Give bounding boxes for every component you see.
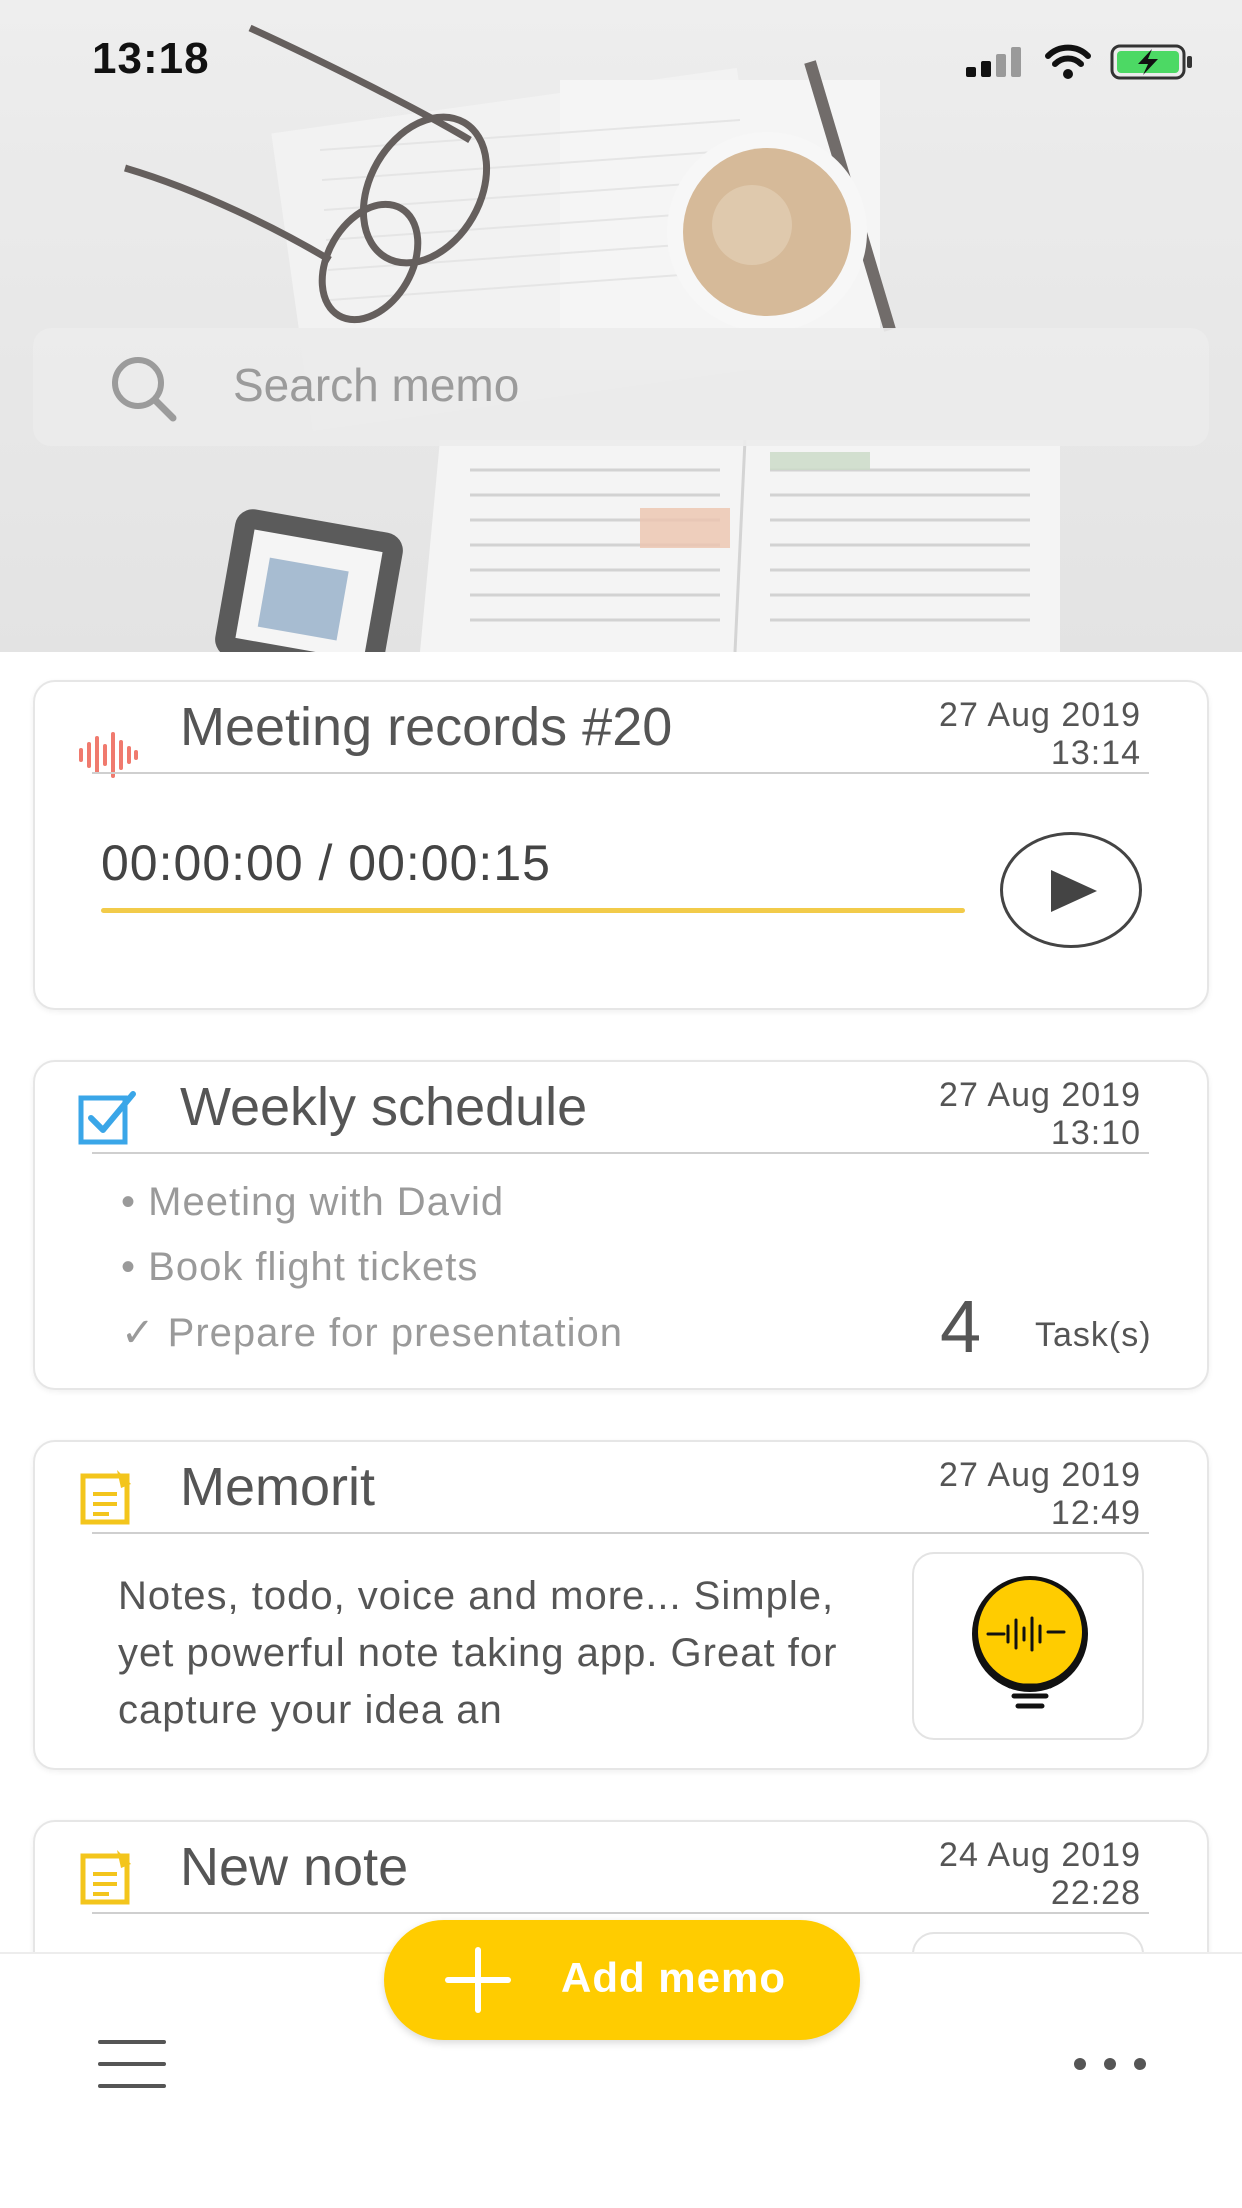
- memo-thumbnail[interactable]: [912, 1932, 1144, 1952]
- task-count: 4: [940, 1285, 982, 1368]
- audio-playback-time: 00:00:00 / 00:00:15: [101, 835, 551, 891]
- memo-card-note[interactable]: Memorit 27 Aug 2019 12:49 Notes, todo, v…: [33, 1440, 1209, 1770]
- task-label: Book flight tickets: [148, 1245, 479, 1289]
- memo-thumbnail[interactable]: [912, 1552, 1144, 1740]
- task-label: Meeting with David: [148, 1180, 505, 1224]
- search-input[interactable]: Search memo: [33, 328, 1209, 446]
- memo-divider: [92, 1532, 1149, 1534]
- task-item: • Book flight tickets: [121, 1245, 478, 1290]
- search-icon: [112, 357, 177, 422]
- audio-progress-bar[interactable]: [101, 908, 965, 913]
- note-icon: [80, 1470, 131, 1525]
- plus-icon: [445, 1947, 511, 2013]
- task-item: • Meeting with David: [121, 1180, 504, 1225]
- memo-time: 12:49: [1050, 1494, 1141, 1532]
- lightbulb-logo-icon: [972, 1576, 1088, 1709]
- memo-list[interactable]: Meeting records #20 27 Aug 2019 13:14 00…: [0, 652, 1242, 1952]
- play-icon: [1051, 870, 1097, 912]
- checkbox-icon: [78, 1091, 136, 1145]
- status-bar: 13:18: [0, 0, 1242, 120]
- memo-timestamp: 27 Aug 2019 13:14: [939, 696, 1141, 772]
- task-bullet: •: [121, 1180, 137, 1224]
- task-label: Prepare for presentation: [167, 1311, 624, 1355]
- wifi-icon: [1045, 44, 1091, 79]
- hamburger-menu-icon: [98, 2040, 166, 2088]
- menu-button[interactable]: [96, 2036, 168, 2092]
- cellular-signal-icon: [966, 47, 1021, 77]
- memo-date: 27 Aug 2019: [939, 1456, 1141, 1494]
- status-time: 13:18: [92, 34, 210, 83]
- memo-title: Meeting records #20: [180, 697, 673, 757]
- memo-preview-text: Notes, todo, voice and more... Simple, y…: [118, 1574, 838, 1732]
- battery-charging-icon: [1110, 44, 1192, 80]
- memo-card-todo[interactable]: Weekly schedule 27 Aug 2019 13:10 • Meet…: [33, 1060, 1209, 1390]
- memo-title: Weekly schedule: [180, 1077, 588, 1137]
- memo-timestamp: 27 Aug 2019 13:10: [939, 1076, 1141, 1152]
- checkmark-icon: ✓: [121, 1311, 156, 1355]
- memo-title: New note: [180, 1837, 409, 1897]
- search-placeholder: Search memo: [233, 359, 520, 411]
- memo-time: 13:14: [1050, 734, 1141, 772]
- memo-timestamp: 27 Aug 2019 12:49: [939, 1456, 1141, 1532]
- task-item-done: ✓ Prepare for presentation: [121, 1310, 623, 1356]
- memo-divider: [92, 1912, 1149, 1914]
- memo-date: 24 Aug 2019: [939, 1836, 1141, 1874]
- memo-title: Memorit: [180, 1457, 376, 1517]
- note-icon: [80, 1850, 131, 1905]
- more-options-button[interactable]: [1070, 2044, 1150, 2084]
- task-unit-label: Task(s): [1035, 1316, 1152, 1354]
- play-button[interactable]: [1000, 832, 1142, 948]
- memo-divider: [92, 772, 1149, 774]
- more-dots-icon: [1074, 2058, 1146, 2070]
- memo-card-voice[interactable]: Meeting records #20 27 Aug 2019 13:14 00…: [33, 680, 1209, 1010]
- add-memo-label: Add memo: [561, 1954, 787, 2001]
- memo-time: 22:28: [1050, 1874, 1141, 1912]
- memo-date: 27 Aug 2019: [939, 1076, 1141, 1114]
- memo-time: 13:10: [1050, 1114, 1141, 1152]
- status-icons: [966, 42, 1194, 82]
- memo-date: 27 Aug 2019: [939, 696, 1141, 734]
- sound-wave-icon: [79, 732, 138, 778]
- memo-divider: [92, 1152, 1149, 1154]
- task-bullet: •: [121, 1245, 137, 1289]
- add-memo-button[interactable]: Add memo: [384, 1920, 860, 2040]
- memo-timestamp: 24 Aug 2019 22:28: [939, 1836, 1141, 1912]
